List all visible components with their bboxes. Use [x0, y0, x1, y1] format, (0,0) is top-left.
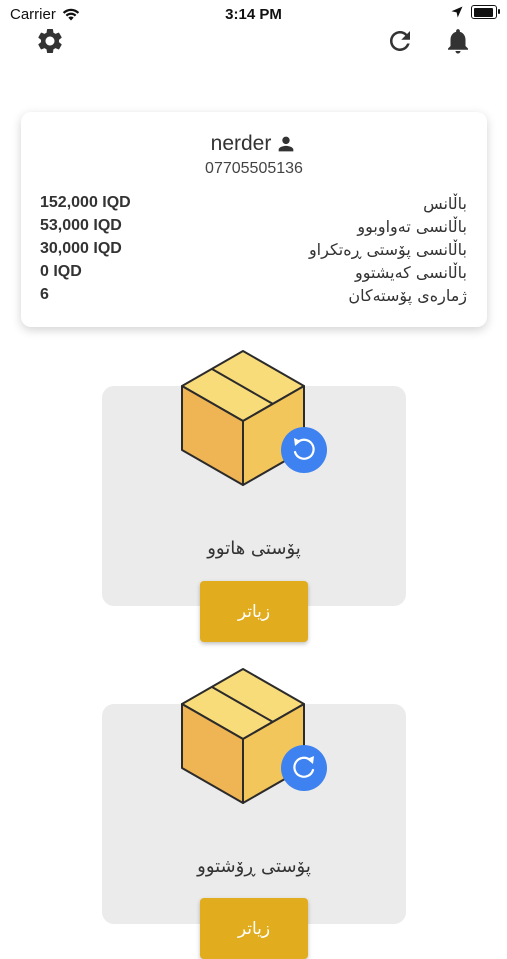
- bell-icon[interactable]: [443, 26, 473, 56]
- stat-row-post-count: 6 ژمارەی پۆستەکان: [40, 286, 467, 309]
- stat-value: 152,000 IQD: [40, 194, 131, 211]
- stat-value: 30,000 IQD: [40, 240, 122, 257]
- stat-row-balance: 152,000 IQD باڵانس: [40, 194, 467, 217]
- status-bar: Carrier 3:14 PM: [0, 0, 507, 28]
- location-arrow-icon: [451, 6, 463, 18]
- stat-label: ژمارەی پۆستەکان: [348, 286, 467, 305]
- gear-icon[interactable]: [35, 26, 65, 56]
- stat-label: باڵانسی پۆستی ڕەتکراو: [308, 240, 467, 259]
- stat-row-rejected-balance: 30,000 IQD باڵانسی پۆستی ڕەتکراو: [40, 240, 467, 263]
- status-time: 3:14 PM: [225, 6, 282, 23]
- phone-number: 07705505136: [205, 160, 303, 177]
- stat-value: 53,000 IQD: [40, 217, 122, 234]
- rotate-cw-icon: [281, 745, 327, 791]
- account-summary-card: nerder 07705505136 152,000 IQD باڵانس 53…: [21, 112, 487, 327]
- status-right: [451, 5, 500, 19]
- stat-row-completed-balance: 53,000 IQD باڵانسی تەواوبوو: [40, 217, 467, 240]
- incoming-more-button[interactable]: زیاتر: [200, 581, 308, 642]
- outgoing-more-button[interactable]: زیاتر: [200, 898, 308, 959]
- stat-value: 0 IQD: [40, 263, 82, 280]
- stat-label: باڵانس: [423, 194, 467, 213]
- username: nerder: [210, 132, 272, 155]
- refresh-icon[interactable]: [385, 26, 415, 56]
- person-icon: [279, 136, 294, 152]
- battery-icon: [471, 5, 500, 19]
- stat-label: باڵانسی کەیشتوو: [355, 263, 467, 282]
- stat-value: 6: [40, 286, 49, 303]
- tile-title: پۆستی هاتوو: [207, 538, 301, 559]
- stat-row-arrived-balance: 0 IQD باڵانسی کەیشتوو: [40, 263, 467, 286]
- tile-title: پۆستی ڕۆشتوو: [197, 856, 311, 877]
- rotate-ccw-icon: [281, 427, 327, 473]
- user-row: nerder: [21, 132, 487, 156]
- stat-label: باڵانسی تەواوبوو: [357, 217, 467, 236]
